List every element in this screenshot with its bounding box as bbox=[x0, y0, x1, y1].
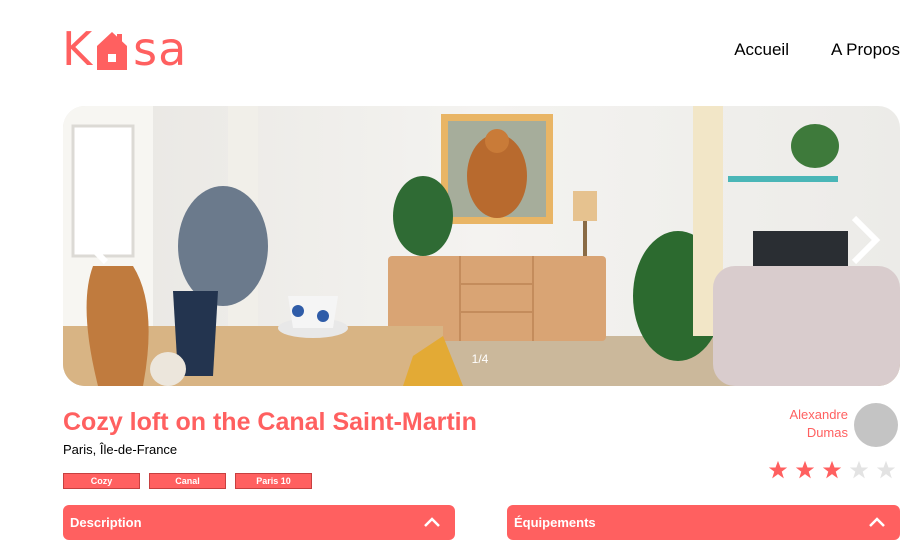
header: K sa Accueil A Propos bbox=[0, 0, 900, 100]
logo-letters-sa: sa bbox=[133, 22, 188, 76]
tag: Cozy bbox=[63, 473, 140, 489]
equipment-title: Équipements bbox=[514, 515, 596, 530]
photo-carousel bbox=[63, 106, 900, 386]
chevron-left-icon[interactable] bbox=[74, 210, 114, 270]
house-icon bbox=[97, 32, 128, 70]
chevron-up-icon bbox=[424, 517, 440, 527]
logo-letter-k: K bbox=[62, 22, 94, 76]
host-name: Alexandre Dumas bbox=[789, 406, 848, 442]
star-icon bbox=[768, 460, 788, 479]
nav-about-link[interactable]: A Propos bbox=[831, 40, 900, 60]
tag: Canal bbox=[149, 473, 226, 489]
tag: Paris 10 bbox=[235, 473, 312, 489]
star-icon bbox=[849, 460, 869, 479]
chevron-up-icon bbox=[869, 517, 885, 527]
host-first-name: Alexandre bbox=[789, 407, 848, 422]
listing-location: Paris, Île-de-France bbox=[63, 442, 178, 457]
star-icon bbox=[822, 460, 842, 479]
star-icon bbox=[795, 460, 815, 479]
tag-list: Cozy Canal Paris 10 bbox=[63, 473, 312, 489]
star-rating bbox=[768, 460, 896, 480]
main-nav: Accueil A Propos bbox=[734, 40, 900, 60]
chevron-right-icon[interactable] bbox=[846, 210, 886, 270]
description-collapse-button[interactable]: Description bbox=[63, 505, 455, 540]
star-icon bbox=[876, 460, 896, 479]
equipment-collapse-button[interactable]: Équipements bbox=[507, 505, 900, 540]
listing-title: Cozy loft on the Canal Saint-Martin bbox=[63, 408, 477, 436]
kasa-logo[interactable]: K sa bbox=[62, 24, 187, 74]
description-title: Description bbox=[70, 515, 142, 530]
slide-counter: 1/4 bbox=[471, 352, 489, 366]
nav-home-link[interactable]: Accueil bbox=[734, 40, 789, 60]
avatar bbox=[854, 403, 898, 447]
listing-photo bbox=[63, 106, 900, 386]
host-last-name: Dumas bbox=[806, 425, 848, 440]
